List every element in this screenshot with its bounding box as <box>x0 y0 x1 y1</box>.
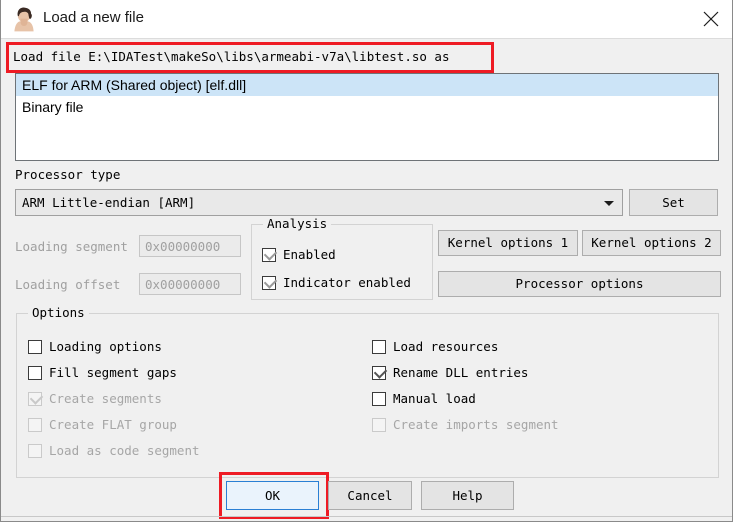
list-item[interactable]: Binary file <box>16 96 718 118</box>
window-title: Load a new file <box>43 9 144 26</box>
list-item[interactable]: ELF for ARM (Shared object) [elf.dll] <box>16 74 718 96</box>
load-new-file-dialog: Load a new file Load file E:\IDATest\mak… <box>0 0 733 522</box>
checkbox-box <box>28 366 42 380</box>
checkbox-label: Create imports segment <box>393 417 559 432</box>
checkbox-box <box>28 444 42 458</box>
analysis-group-label: Analysis <box>263 216 332 231</box>
help-button[interactable]: Help <box>421 481 514 510</box>
checkbox-label: Manual load <box>393 391 476 406</box>
checkbox-box <box>372 365 388 380</box>
kernel-options-2-button[interactable]: Kernel options 2 <box>582 230 721 256</box>
loading-offset-input[interactable]: 0x00000000 <box>139 273 241 295</box>
options-group-label: Options <box>28 305 89 320</box>
set-processor-button[interactable]: Set <box>629 189 718 216</box>
checkbox-box <box>372 340 386 354</box>
processor-type-select[interactable]: ARM Little-endian [ARM] <box>15 189 623 216</box>
checkbox-box <box>372 418 386 432</box>
checkbox-box <box>28 391 44 406</box>
ida-woman-icon <box>11 6 37 32</box>
processor-type-value: ARM Little-endian [ARM] <box>22 195 196 210</box>
chevron-down-icon <box>604 201 614 206</box>
checkbox-box <box>262 247 278 262</box>
processor-type-label: Processor type <box>15 167 121 182</box>
checkbox-label: Load resources <box>393 339 499 354</box>
loading-offset-value: 0x00000000 <box>145 277 221 292</box>
checkbox-label: Create FLAT group <box>49 417 177 432</box>
file-format-list[interactable]: ELF for ARM (Shared object) [elf.dll] Bi… <box>15 73 719 161</box>
checkbox-box <box>28 340 42 354</box>
checkbox-box <box>28 418 42 432</box>
processor-options-button[interactable]: Processor options <box>438 271 721 297</box>
checkbox-box <box>372 392 386 406</box>
kernel-options-1-button[interactable]: Kernel options 1 <box>438 230 578 256</box>
loading-segment-input[interactable]: 0x00000000 <box>139 235 241 257</box>
close-icon[interactable] <box>688 0 732 37</box>
loading-segment-label: Loading segment <box>15 239 128 254</box>
checkbox-label: Load as code segment <box>49 443 200 458</box>
footer-divider <box>1 516 732 517</box>
checkbox-label: Create segments <box>49 391 162 406</box>
checkbox-label: Enabled <box>283 247 336 262</box>
title-bar: Load a new file <box>1 0 732 39</box>
checkbox-label: Rename DLL entries <box>393 365 529 380</box>
load-file-path-label: Load file E:\IDATest\makeSo\libs\armeabi… <box>13 49 450 64</box>
loading-segment-value: 0x00000000 <box>145 239 221 254</box>
cancel-button[interactable]: Cancel <box>328 481 412 510</box>
checkbox-box <box>262 275 278 290</box>
checkbox-label: Indicator enabled <box>283 275 411 290</box>
checkbox-label: Fill segment gaps <box>49 365 177 380</box>
ok-button[interactable]: OK <box>226 481 319 510</box>
loading-offset-label: Loading offset <box>15 277 121 292</box>
checkbox-label: Loading options <box>49 339 162 354</box>
